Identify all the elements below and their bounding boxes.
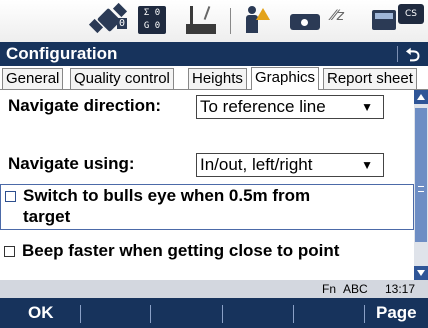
softkey-bar: OK Page: [0, 298, 428, 328]
status-bar: 0 Σ 0 G 0 ⁄⁄z CS: [0, 0, 428, 42]
scroll-grip-icon: [418, 186, 424, 192]
scroll-down-icon[interactable]: [414, 266, 428, 280]
beep-option[interactable]: Beep faster when getting close to point: [0, 240, 414, 264]
navigate-using-value: In/out, left/right: [200, 155, 313, 174]
base-station-icon[interactable]: [184, 4, 220, 36]
tab-heights[interactable]: Heights: [188, 68, 247, 89]
scroll-thumb[interactable]: [415, 108, 427, 242]
bulls-eye-label-line2: target: [23, 207, 71, 226]
person-warning-icon[interactable]: [240, 4, 270, 36]
softkey-separator: [150, 305, 151, 323]
page-button[interactable]: Page: [376, 298, 417, 328]
softkey-separator: [364, 305, 365, 323]
title-bar: Configuration ⮌: [0, 42, 428, 66]
camera-icon[interactable]: [288, 10, 322, 32]
bulls-eye-checkbox[interactable]: [5, 191, 16, 202]
clock: 13:17: [385, 282, 416, 296]
dropdown-arrow-icon: ▼: [361, 100, 373, 114]
tab-quality-control[interactable]: Quality control: [70, 68, 174, 89]
title-separator: [397, 46, 398, 62]
status-separator: [230, 8, 231, 34]
hz-icon[interactable]: ⁄⁄z: [332, 8, 366, 34]
bulls-eye-label-line1: Switch to bulls eye when 0.5m from: [23, 186, 311, 205]
navigate-direction-select[interactable]: To reference line ▼: [196, 95, 384, 119]
softkey-separator: [293, 305, 294, 323]
softkey-separator: [80, 305, 81, 323]
fn-indicator: Fn: [322, 282, 337, 296]
satellite-icon[interactable]: 0: [88, 2, 130, 36]
ok-button[interactable]: OK: [28, 298, 54, 328]
scrollbar[interactable]: [414, 90, 428, 280]
bulls-eye-option[interactable]: Switch to bulls eye when 0.5m from targe…: [0, 184, 414, 230]
tab-graphics[interactable]: Graphics: [251, 67, 320, 90]
counts-bottom: G 0: [143, 21, 161, 31]
tab-general[interactable]: General: [2, 68, 64, 89]
cs-icon[interactable]: CS: [398, 4, 424, 24]
navigate-using-select[interactable]: In/out, left/right ▼: [196, 153, 384, 177]
satellite-count: 0: [117, 18, 128, 29]
navigate-direction-value: To reference line: [200, 97, 326, 116]
battery-icon[interactable]: [372, 10, 398, 30]
navigate-direction-label: Navigate direction:: [8, 96, 162, 115]
dropdown-arrow-icon: ▼: [361, 158, 373, 172]
tab-report-sheet[interactable]: Report sheet: [323, 68, 417, 89]
scroll-up-icon[interactable]: [414, 90, 428, 104]
page-title: Configuration: [6, 44, 118, 63]
tab-bar: General Quality control Heights Graphics…: [0, 66, 428, 90]
input-mode-indicator: ABC: [343, 282, 368, 296]
beep-label: Beep faster when getting close to point: [22, 241, 340, 260]
beep-checkbox[interactable]: [4, 246, 15, 257]
satellite-counts-icon[interactable]: Σ 0 G 0: [138, 6, 166, 34]
navigate-using-label: Navigate using:: [8, 154, 135, 173]
settings-panel: Navigate direction: To reference line ▼ …: [0, 90, 414, 280]
counts-top: Σ 0: [143, 8, 161, 18]
softkey-separator: [222, 305, 223, 323]
info-bar: Fn ABC 13:17: [0, 280, 428, 298]
